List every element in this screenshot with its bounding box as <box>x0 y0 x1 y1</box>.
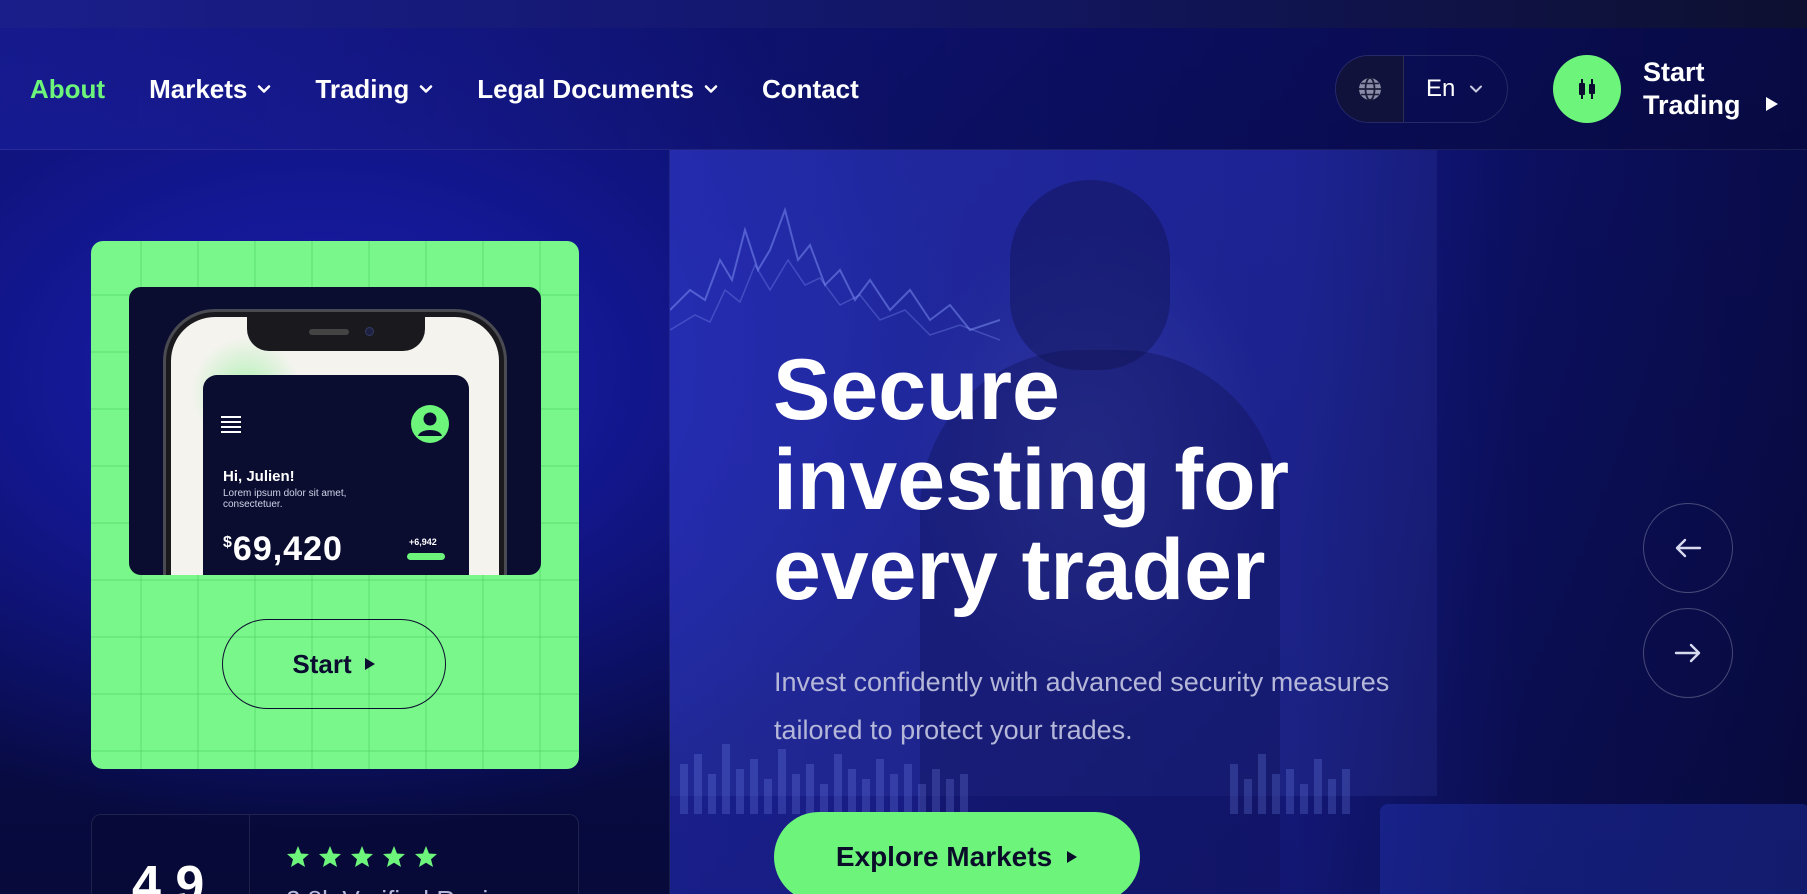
rating-score: 4.9 <box>132 856 205 894</box>
nav-item-legal-documents[interactable]: Legal Documents <box>477 74 718 105</box>
top-strip <box>0 0 1807 28</box>
app-balance: $69,420 <box>223 530 343 569</box>
star-icon <box>383 846 405 867</box>
balance-value: 69,420 <box>232 530 343 568</box>
hero-title: Secure investing for every trader <box>773 342 1290 618</box>
phone-mockup: Hi, Julien! Lorem ipsum dolor sit amet, … <box>129 287 541 575</box>
language-selector[interactable]: En <box>1335 55 1508 123</box>
arrow-left-icon <box>1675 538 1702 558</box>
nav-item-trading[interactable]: Trading <box>315 74 433 105</box>
promo-card: Hi, Julien! Lorem ipsum dolor sit amet, … <box>91 241 579 769</box>
globe-icon <box>1358 77 1381 101</box>
divider <box>249 815 250 894</box>
nav-item-about[interactable]: About <box>30 74 105 105</box>
rating-card: 4.9 2.8k Verified Reviews <box>91 814 579 894</box>
page: About Markets Trading Legal Documents Co… <box>0 0 1807 894</box>
rating-reviews-text: 2.8k Verified Reviews <box>286 885 535 894</box>
chevron-down-icon <box>419 85 433 93</box>
play-icon <box>1067 851 1078 863</box>
app-description: Lorem ipsum dolor sit amet, consectetuer… <box>223 488 347 510</box>
star-icon <box>351 846 373 867</box>
user-avatar-icon <box>411 405 449 443</box>
carousel-next-button[interactable] <box>1643 608 1733 698</box>
nav-item-contact[interactable]: Contact <box>762 74 859 105</box>
explore-markets-button[interactable]: Explore Markets <box>774 812 1140 894</box>
candlestick-icon-wrap <box>1553 55 1621 123</box>
start-trading-button[interactable]: Start Trading <box>1553 55 1779 123</box>
carousel-prev-button[interactable] <box>1643 503 1733 593</box>
language-value: En <box>1426 75 1456 102</box>
menu-icon <box>221 416 241 433</box>
chevron-down-icon <box>258 85 271 93</box>
monitor-decoration <box>1380 804 1807 894</box>
explore-markets-label: Explore Markets <box>835 841 1053 872</box>
phone-notch <box>247 317 425 351</box>
nav-item-label: Contact <box>762 73 859 104</box>
rating-stars <box>286 845 438 868</box>
candlestick-icon <box>1579 79 1595 99</box>
nav-item-markets[interactable]: Markets <box>149 74 271 105</box>
delta-bar <box>407 553 445 560</box>
currency-symbol: $ <box>223 534 233 551</box>
nav-item-label: Legal Documents <box>477 73 694 104</box>
hero-subtitle: Invest confidently with advanced securit… <box>774 667 1390 745</box>
nav-item-label: Trading <box>315 73 410 104</box>
star-icon <box>415 846 437 867</box>
nav-item-label: About <box>30 73 106 104</box>
nav-item-label: Markets <box>149 73 248 104</box>
nav-links: About Markets Trading Legal Documents Co… <box>30 28 903 150</box>
start-trading-label: Start Trading <box>1643 57 1741 120</box>
arrow-right-icon <box>1674 643 1701 663</box>
star-icon <box>287 846 309 867</box>
chevron-down-icon <box>1470 85 1483 93</box>
app-greeting: Hi, Julien! <box>223 468 295 485</box>
start-label: Start <box>292 648 352 679</box>
start-button[interactable]: Start <box>222 619 446 709</box>
play-icon <box>1766 97 1778 111</box>
app-card: Hi, Julien! Lorem ipsum dolor sit amet, … <box>203 375 469 575</box>
app-delta: +6,942 <box>409 537 437 547</box>
camera-decoration <box>365 327 374 336</box>
main-nav: About Markets Trading Legal Documents Co… <box>0 28 1807 150</box>
speaker-decoration <box>309 329 349 335</box>
star-icon <box>319 846 341 867</box>
chevron-down-icon <box>704 85 718 93</box>
globe-icon-wrap <box>1336 56 1404 122</box>
play-icon <box>364 658 375 670</box>
